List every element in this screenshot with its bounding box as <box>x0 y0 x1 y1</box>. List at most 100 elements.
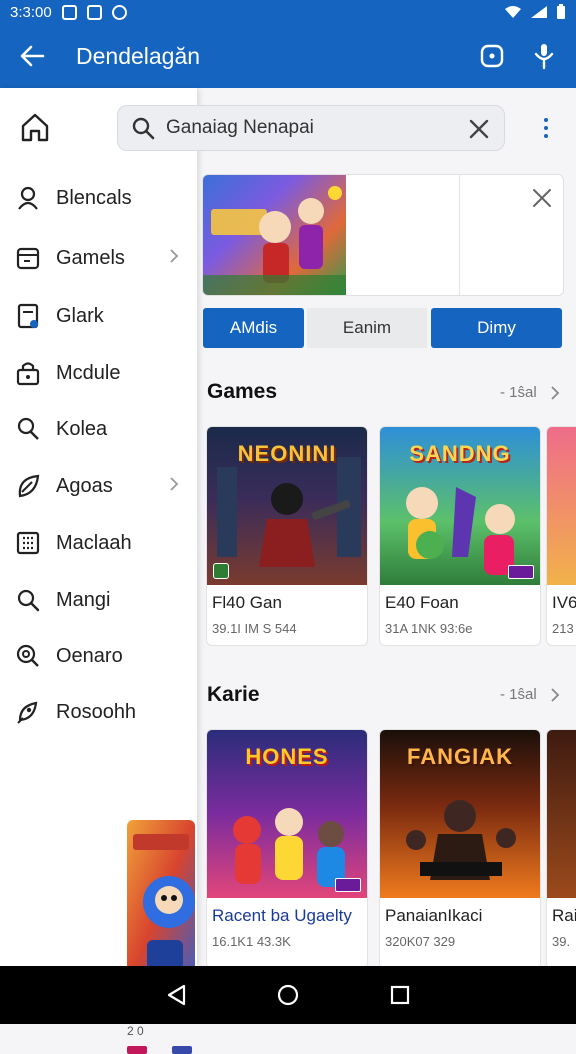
search-icon <box>132 117 155 140</box>
leaf-icon <box>14 472 42 500</box>
section-see-more[interactable]: - 1ŝal <box>500 384 537 401</box>
drawer-item-label: Mcdule <box>56 361 121 384</box>
game-meta: 31A 1NK 93:6e <box>385 621 473 636</box>
system-nav-bar <box>0 966 576 1024</box>
thumbnail-strip <box>172 1046 192 1054</box>
drawer-item[interactable]: Agoas <box>0 462 197 510</box>
game-title: PanaianIkaci <box>385 906 483 925</box>
drawer-item-label: Kolea <box>56 417 108 440</box>
back-button[interactable] <box>0 24 64 88</box>
game-logo: NEONINI <box>237 441 337 466</box>
drawer-item-label: Glark <box>56 304 104 327</box>
game-meta: 39.1I IM S 544 <box>212 621 297 636</box>
game-title: E40 Foan <box>385 593 459 612</box>
game-thumbnail[interactable] <box>127 820 195 986</box>
nav-recents-button[interactable] <box>386 981 414 1009</box>
game-art <box>547 427 576 585</box>
search-bar[interactable]: Ganaiag Nenapai <box>117 105 505 151</box>
game-art: HONES <box>207 730 367 898</box>
game-card[interactable]: IV6 213 <box>546 426 576 646</box>
divider <box>459 175 460 295</box>
chevron-right-icon[interactable] <box>169 248 179 264</box>
drawer-item[interactable]: Glark <box>0 292 197 340</box>
more-options-button[interactable] <box>536 112 556 144</box>
document-icon <box>14 302 42 330</box>
rocket-icon <box>14 698 42 726</box>
section-title: Games <box>207 380 278 403</box>
tab-amdis[interactable]: AMdis <box>203 308 304 348</box>
grid-icon <box>14 529 42 557</box>
game-meta: 39. <box>552 934 571 949</box>
game-art: NEONINI <box>207 427 367 585</box>
drawer-item[interactable]: Maclaah <box>0 519 197 567</box>
drawer-item[interactable]: Kolea <box>0 405 197 453</box>
drawer-item[interactable]: Oenaro <box>0 632 197 680</box>
game-meta: 213 <box>552 621 574 636</box>
status-bar: 3:3:00 <box>0 0 576 24</box>
promo-banner[interactable] <box>202 174 564 296</box>
game-title: Fl40 Gan <box>212 593 282 612</box>
drawer-item[interactable]: Mcdule <box>0 349 197 397</box>
square-recents-icon <box>390 985 410 1005</box>
chevron-right-icon[interactable] <box>169 476 179 492</box>
tab-dimy[interactable]: Dimy <box>431 308 562 348</box>
game-card[interactable]: NEONINI Fl40 Gan 39.1I IM S 544 <box>206 426 368 646</box>
navigation-drawer: Blencals Gamels Glark Mcdule Kolea Agoas Macla… <box>0 88 197 1054</box>
notification-icon <box>111 4 127 20</box>
section-title: Karie <box>207 683 260 706</box>
section-see-more[interactable]: - 1ŝal <box>500 686 537 703</box>
home-button[interactable] <box>18 110 54 146</box>
chat-icon <box>480 44 504 68</box>
game-art <box>127 820 195 986</box>
search-icon <box>14 586 42 614</box>
circle-home-icon <box>277 984 299 1006</box>
triangle-back-icon <box>167 984 186 1006</box>
game-meta: 16.1K1 43.3K <box>212 934 291 949</box>
drawer-item[interactable]: Gamels <box>0 234 197 282</box>
drawer-item[interactable]: Blencals <box>0 174 197 222</box>
chevron-right-icon[interactable] <box>550 688 560 702</box>
thumbnail-strip <box>127 1046 147 1054</box>
drawer-item-label: Oenaro <box>56 644 123 667</box>
drawer-item-label: Maclaah <box>56 531 132 554</box>
clear-icon[interactable] <box>466 116 492 142</box>
chat-button[interactable] <box>470 34 514 78</box>
voice-search-button[interactable] <box>522 34 566 78</box>
drawer-item-label: Rosoohh <box>56 700 137 723</box>
drawer-item-label: Gamels <box>56 246 125 269</box>
game-card[interactable]: Rai 39. <box>546 729 576 969</box>
notification-icon <box>61 4 77 20</box>
mic-icon <box>534 44 554 70</box>
lock-icon <box>14 359 42 387</box>
drawer-item-label: Blencals <box>56 186 132 209</box>
game-art <box>547 730 576 898</box>
game-card[interactable]: SANDNG E40 Foan 31A 1NK 93:6e <box>379 426 541 646</box>
game-card[interactable]: FANGIAK PanaianIkaci 320K07 329 <box>379 729 541 969</box>
arrow-back-icon <box>20 45 45 67</box>
nav-back-button[interactable] <box>162 981 190 1009</box>
rating-badge <box>213 563 229 579</box>
wifi-icon <box>505 6 521 18</box>
game-art: SANDNG <box>380 427 540 585</box>
tab-eanim[interactable]: Eanim <box>307 308 427 348</box>
status-time: 3:3:00 <box>10 3 52 21</box>
game-card[interactable]: HONES Racent ba Ugaelty 16.1K1 43.3K <box>206 729 368 969</box>
banner-art <box>203 175 346 295</box>
rating-badge <box>508 565 534 579</box>
person-search-icon <box>14 415 42 443</box>
game-logo: SANDNG <box>409 441 511 466</box>
drawer-item[interactable]: Mangi <box>0 576 197 624</box>
nav-home-button[interactable] <box>274 981 302 1009</box>
drawer-item-label: Agoas <box>56 474 113 497</box>
page-title: Dendelagăn <box>76 42 201 69</box>
people-icon <box>14 184 42 212</box>
home-icon <box>21 113 49 142</box>
game-meta: 320K07 329 <box>385 934 456 949</box>
thumbnail-caption: 2 0 <box>127 1024 144 1038</box>
search-input[interactable]: Ganaiag Nenapai <box>166 117 314 139</box>
chevron-right-icon[interactable] <box>550 386 560 400</box>
drawer-item[interactable]: Rosoohh <box>0 688 197 736</box>
game-logo: HONES <box>245 744 329 769</box>
battery-icon <box>557 4 565 19</box>
close-icon[interactable] <box>531 187 553 209</box>
